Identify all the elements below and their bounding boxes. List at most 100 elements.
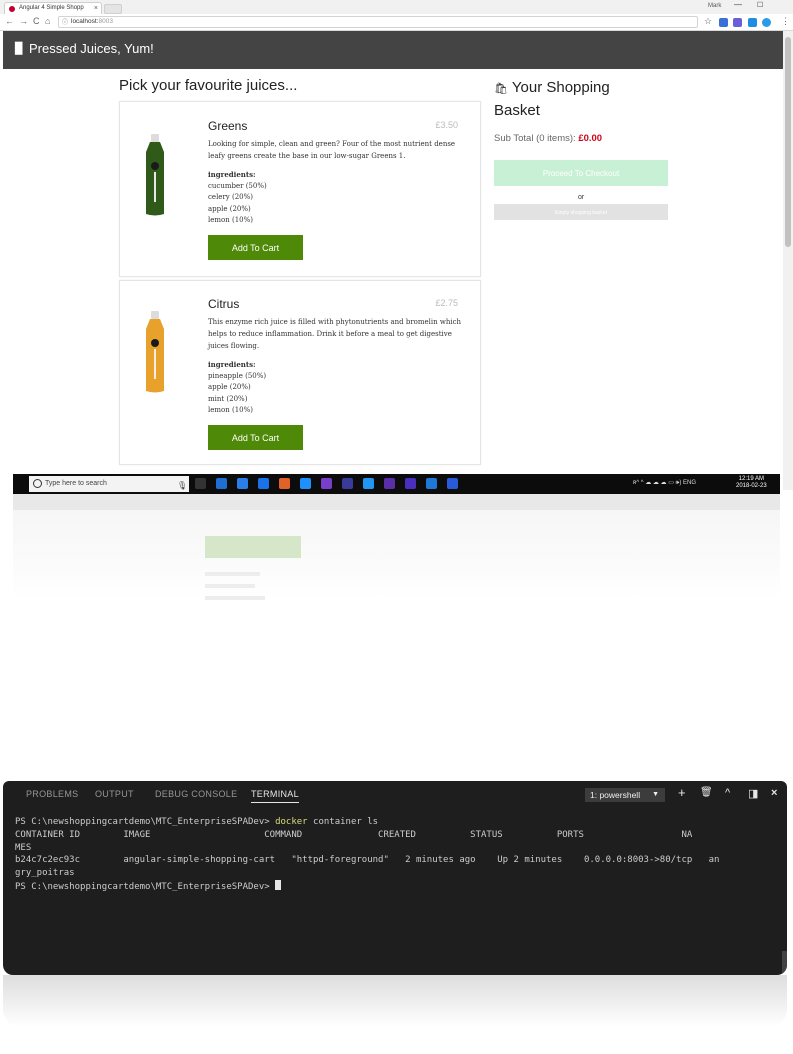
basket-icon: 🛍 (494, 83, 508, 95)
taskbar-app-icon[interactable] (321, 478, 332, 489)
reflection-button (205, 536, 301, 558)
site-info-icon[interactable]: ⓘ (62, 18, 68, 28)
taskbar-search-input[interactable]: Type here to search 🎙 (29, 476, 189, 492)
taskbar-app-icon[interactable] (384, 478, 395, 489)
subtotal-label: Sub Total (0 items): (494, 133, 579, 144)
extension-icon[interactable] (733, 18, 742, 27)
taskbar-app-icon[interactable] (363, 478, 374, 489)
url-port: 8003 (98, 18, 113, 25)
tab-debug-console[interactable]: DEBUG CONSOLE (155, 789, 237, 799)
back-icon[interactable]: ← (5, 16, 14, 26)
trash-icon[interactable]: 🗑 (700, 787, 713, 798)
terminal-line: gry_poitras (15, 868, 75, 879)
bookmark-star-icon[interactable]: ☆ (704, 16, 712, 27)
browser-tab[interactable]: Angular 4 Simple Shopp × (4, 2, 102, 14)
app-header: ▉ Pressed Juices, Yum! (3, 31, 783, 69)
tab-problems[interactable]: PROBLEMS (26, 789, 78, 799)
taskbar-app-icon[interactable] (405, 478, 416, 489)
extension-icon[interactable] (748, 18, 757, 27)
terminal-command: docker (275, 817, 308, 827)
shell-select-value: 1: powershell (590, 790, 641, 800)
ingredient-item: apple (20%) (208, 383, 251, 391)
tab-close-icon[interactable]: × (94, 3, 98, 14)
new-tab-button[interactable] (104, 4, 122, 14)
subtotal-amount: £0.00 (578, 133, 603, 144)
product-description: Looking for simple, clean and green? Fou… (208, 140, 456, 160)
add-to-cart-button[interactable]: Add To Cart (208, 235, 303, 260)
taskbar-app-icon[interactable] (447, 478, 458, 489)
tab-terminal[interactable]: TERMINAL (251, 789, 299, 803)
windows-taskbar: Type here to search 🎙 ʀ^ ^ ☁ ☁ ☁ ▭ 🕪) EN… (13, 474, 780, 494)
maximize-panel-icon[interactable]: ^ (725, 787, 730, 799)
search-placeholder: Type here to search (45, 480, 107, 487)
url-input[interactable]: ⓘ localhost:8003 (58, 16, 698, 28)
terminal-scrollbar[interactable] (782, 951, 787, 975)
clock-date: 2018-02-23 (736, 483, 767, 489)
terminal-output[interactable]: PS C:\newshoppingcartdemo\MTC_Enterprise… (15, 816, 719, 894)
vscode-terminal-panel: PROBLEMS OUTPUT DEBUG CONSOLE TERMINAL 1… (3, 781, 787, 975)
subtotal: Sub Total (0 items): £0.00 (494, 133, 602, 144)
ingredient-item: mint (20%) (208, 394, 248, 403)
terminal-line: b24c7c2ec93c angular-simple-shopping-car… (15, 855, 720, 866)
ingredients-list: ingredients: cucumber (50%) celery (20%)… (208, 169, 267, 227)
reload-icon[interactable]: C (33, 16, 40, 26)
url-host: localhost: (71, 18, 99, 25)
maximize-icon[interactable]: ☐ (757, 1, 763, 9)
product-name: Citrus (208, 297, 240, 311)
scrollbar-thumb[interactable] (785, 37, 791, 247)
browser-window: Angular 4 Simple Shopp × Mark — ☐ ← → C … (0, 0, 793, 490)
reflection-bar (13, 494, 780, 510)
close-panel-icon[interactable]: × (771, 787, 777, 799)
home-icon[interactable]: ⌂ (45, 16, 50, 26)
ingredient-item: apple (20%) (208, 204, 251, 213)
tab-output[interactable]: OUTPUT (95, 789, 134, 799)
terminal-prompt: PS C:\newshoppingcartdemo\MTC_Enterprise… (15, 817, 276, 827)
tab-bar: Angular 4 Simple Shopp × Mark — ☐ (0, 0, 793, 14)
add-to-cart-button[interactable]: Add To Cart (208, 425, 303, 450)
reflection-line (205, 584, 255, 588)
new-terminal-icon[interactable]: + (678, 785, 686, 800)
shell-select[interactable]: 1: powershell ▼ (585, 788, 665, 802)
tab-title: Angular 4 Simple Shopp (19, 5, 84, 11)
terminal-prompt: PS C:\newshoppingcartdemo\MTC_Enterprise… (15, 881, 276, 892)
taskbar-app-icon[interactable] (279, 478, 290, 489)
proceed-to-checkout-button[interactable]: Proceed To Checkout (494, 160, 668, 186)
ingredient-item: pineapple (50%) (208, 371, 267, 380)
taskbar-app-icon[interactable] (426, 478, 437, 489)
juice-cup-icon: ▉ (15, 43, 24, 55)
split-terminal-icon[interactable]: ◨ (748, 787, 758, 800)
window-user-label: Mark (708, 3, 722, 9)
taskbar-clock[interactable]: 12:19 AM 2018-02-23 (736, 476, 767, 490)
page-scrollbar[interactable] (783, 31, 793, 490)
product-card-citrus: Citrus £2.75 This enzyme rich juice is f… (119, 280, 481, 465)
angular-favicon-icon (9, 6, 15, 12)
ingredients-label: ingredients: (208, 170, 256, 179)
product-price: £3.50 (435, 120, 458, 130)
system-tray[interactable]: ʀ^ ^ ☁ ☁ ☁ ▭ 🕪) ENG (633, 479, 696, 487)
basket-title-text: Your Shopping Basket (494, 79, 610, 119)
screenshot-reflection (13, 494, 780, 624)
terminal-line: CONTAINER ID IMAGE COMMAND CREATED STATU… (15, 829, 693, 840)
app-title: Pressed Juices, Yum! (29, 41, 154, 56)
basket-title: 🛍 Your Shopping Basket (494, 77, 634, 121)
browser-menu-icon[interactable]: ⋮ (781, 16, 790, 27)
taskbar-app-icon[interactable] (216, 478, 227, 489)
ingredient-item: celery (20%) (208, 193, 253, 201)
greens-bottle-image (146, 134, 164, 216)
empty-basket-button[interactable]: Empty shopping basket (494, 204, 668, 220)
taskbar-app-icon[interactable] (237, 478, 248, 489)
products-heading: Pick your favourite juices... (119, 77, 298, 94)
forward-icon[interactable]: → (19, 16, 28, 26)
taskbar-app-icon[interactable] (195, 478, 206, 489)
extension-icon[interactable] (762, 18, 771, 27)
terminal-command-args: container ls (307, 817, 379, 827)
panel-tabs: PROBLEMS OUTPUT DEBUG CONSOLE TERMINAL 1… (3, 781, 787, 809)
ingredients-label: ingredients: (208, 360, 256, 369)
taskbar-app-icon[interactable] (342, 478, 353, 489)
taskbar-app-icon[interactable] (258, 478, 269, 489)
minimize-icon[interactable]: — (734, 0, 742, 9)
microphone-icon[interactable]: 🎙 (177, 478, 187, 494)
extension-icon[interactable] (719, 18, 728, 27)
citrus-bottle-image (146, 311, 164, 393)
taskbar-app-icon[interactable] (300, 478, 311, 489)
